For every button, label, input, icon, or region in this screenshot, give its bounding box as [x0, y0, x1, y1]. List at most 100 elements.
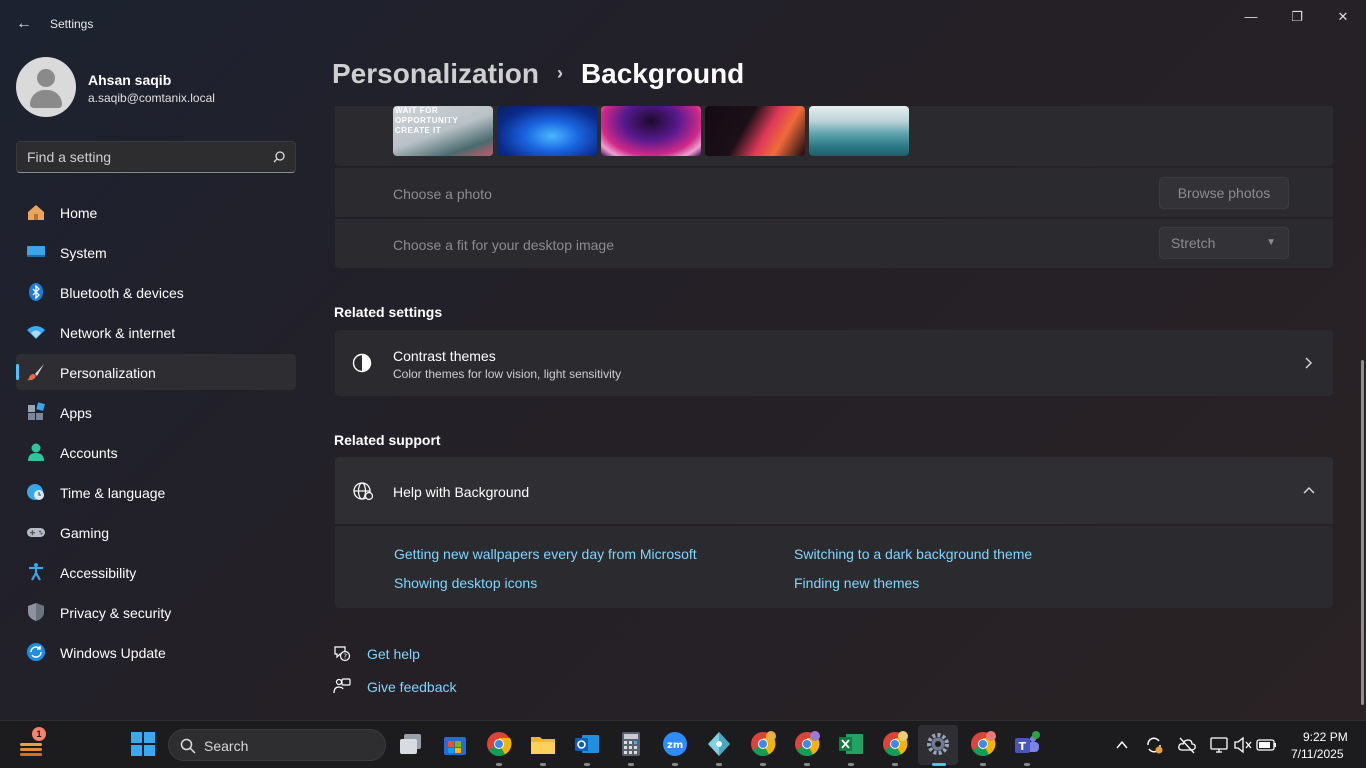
sidebar-item-personalization[interactable]: Personalization — [16, 354, 296, 390]
taskbar-search[interactable]: Search — [168, 729, 386, 761]
gamepad-icon — [27, 528, 45, 537]
chrome-profile-icon-1[interactable] — [750, 731, 776, 757]
task-view-icon[interactable] — [398, 731, 424, 757]
running-indicator — [628, 763, 634, 766]
scrollbar[interactable] — [1361, 360, 1364, 705]
search-input[interactable] — [27, 148, 267, 166]
network-ethernet-icon[interactable] — [1209, 735, 1229, 755]
wallpaper-thumb-quote[interactable]: WAIT FOR OPPORTUNITY CREATE IT — [393, 106, 493, 156]
close-button[interactable]: ✕ — [1320, 6, 1366, 28]
settings-gear-icon[interactable] — [925, 731, 951, 757]
related-support-title: Related support — [334, 432, 441, 448]
profile-name: Ahsan saqib — [88, 72, 172, 88]
sidebar-item-gaming[interactable]: Gaming — [16, 514, 296, 550]
monitor-icon — [27, 246, 45, 257]
widgets-button[interactable]: 1 — [18, 727, 46, 759]
link-dark-background[interactable]: Switching to a dark background theme — [794, 546, 1032, 562]
sidebar-nav: Home System Bluetooth & devices Network … — [16, 194, 296, 674]
sidebar-item-system[interactable]: System — [16, 234, 296, 270]
sidebar-item-accessibility[interactable]: Accessibility — [16, 554, 296, 590]
battery-charging-icon[interactable] — [1256, 735, 1278, 755]
chevron-right-icon — [1305, 357, 1312, 369]
file-explorer-icon[interactable] — [530, 731, 556, 757]
chrome-profile-icon-2[interactable] — [794, 731, 820, 757]
breadcrumb: Personalization › Background — [332, 58, 744, 90]
give-feedback-link[interactable]: Give feedback — [367, 679, 457, 695]
sidebar-item-time-language[interactable]: Time & language — [16, 474, 296, 510]
help-with-background-title: Help with Background — [393, 484, 530, 500]
help-with-background-header[interactable]: Help with Background — [335, 457, 1333, 524]
sidebar-item-label: Windows Update — [60, 645, 166, 661]
svg-text:T: T — [1019, 740, 1027, 753]
search-icon — [180, 738, 196, 754]
cloud-offline-icon[interactable] — [1177, 735, 1197, 755]
wallpaper-thumb-lake[interactable] — [809, 106, 909, 156]
volume-muted-icon[interactable] — [1233, 735, 1253, 755]
wallpaper-thumb-text: WAIT FOR OPPORTUNITY CREATE IT — [395, 106, 459, 135]
calculator-icon[interactable] — [618, 731, 644, 757]
browse-photos-button[interactable]: Browse photos — [1159, 177, 1289, 209]
home-icon — [28, 205, 44, 220]
chevron-up-icon[interactable] — [1115, 738, 1129, 752]
brush-icon — [27, 364, 44, 381]
settings-window: ← Settings — ❐ ✕ Ahsan saqib a.saqib@com… — [0, 0, 1366, 720]
get-help-link[interactable]: Get help — [367, 646, 420, 662]
maximize-button[interactable]: ❐ — [1274, 6, 1320, 28]
sync-icon[interactable] — [1144, 735, 1164, 755]
sidebar-item-label: Privacy & security — [60, 605, 172, 621]
chrome-profile-icon-3[interactable] — [882, 731, 908, 757]
windows-start-icon[interactable] — [130, 731, 156, 757]
chevron-down-icon: ▼ — [1266, 237, 1276, 248]
sidebar-item-label: Time & language — [60, 485, 166, 501]
running-indicator — [848, 763, 854, 766]
wallpaper-thumb-glow[interactable] — [601, 106, 701, 156]
link-new-wallpapers[interactable]: Getting new wallpapers every day from Mi… — [394, 546, 697, 562]
breadcrumb-parent[interactable]: Personalization — [332, 58, 539, 89]
outlook-icon[interactable] — [574, 731, 600, 757]
sidebar-item-label: Personalization — [60, 365, 156, 381]
wallpaper-thumb-bloom[interactable] — [497, 106, 597, 156]
avatar-body — [30, 90, 62, 108]
excel-icon[interactable] — [838, 731, 864, 757]
notification-badge: 1 — [32, 727, 46, 741]
fit-dropdown[interactable]: Stretch ▼ — [1159, 227, 1289, 259]
chrome-profile-icon-4[interactable] — [970, 731, 996, 757]
minimize-button[interactable]: — — [1228, 6, 1274, 28]
clock-time[interactable]: 9:22 PM — [1303, 730, 1348, 744]
avatar[interactable] — [16, 57, 76, 117]
microsoft-store-icon[interactable] — [442, 731, 468, 757]
feedback-icon — [333, 678, 351, 694]
title-bar: ← Settings — ❐ ✕ — [0, 0, 1366, 48]
svg-text:zm: zm — [667, 740, 683, 751]
wallpaper-thumb-flower[interactable] — [705, 106, 805, 156]
sidebar-item-label: Apps — [60, 405, 92, 421]
taskbar-search-label: Search — [204, 738, 249, 754]
clock-date[interactable]: 7/11/2025 — [1291, 747, 1344, 761]
contrast-icon — [352, 353, 372, 373]
app-title: Settings — [50, 17, 94, 31]
find-setting-box — [16, 141, 296, 173]
chevron-up-icon[interactable] — [1302, 484, 1316, 498]
shield-icon — [28, 603, 44, 621]
sidebar-item-apps[interactable]: Apps — [16, 394, 296, 430]
sidebar-item-home[interactable]: Home — [16, 194, 296, 230]
chrome-icon[interactable] — [486, 731, 512, 757]
contrast-themes-card[interactable]: Contrast themes Color themes for low vis… — [335, 330, 1333, 396]
get-help-icon: ? — [334, 646, 351, 662]
link-desktop-icons[interactable]: Showing desktop icons — [394, 575, 537, 591]
sidebar-item-network[interactable]: Network & internet — [16, 314, 296, 350]
teams-icon[interactable]: T — [1014, 731, 1040, 757]
search-icon[interactable] — [271, 149, 287, 165]
sidebar-item-bluetooth[interactable]: Bluetooth & devices — [16, 274, 296, 310]
network-app-icon[interactable] — [706, 731, 732, 757]
zoom-icon[interactable]: zm — [662, 731, 688, 757]
fit-dropdown-value: Stretch — [1171, 235, 1216, 251]
sidebar-item-accounts[interactable]: Accounts — [16, 434, 296, 470]
sidebar-item-privacy[interactable]: Privacy & security — [16, 594, 296, 630]
sidebar-item-windows-update[interactable]: Windows Update — [16, 634, 296, 670]
sidebar-item-label: System — [60, 245, 107, 261]
person-icon — [28, 443, 44, 461]
link-new-themes[interactable]: Finding new themes — [794, 575, 919, 591]
svg-text:?: ? — [343, 653, 347, 661]
back-button[interactable]: ← — [14, 14, 34, 34]
